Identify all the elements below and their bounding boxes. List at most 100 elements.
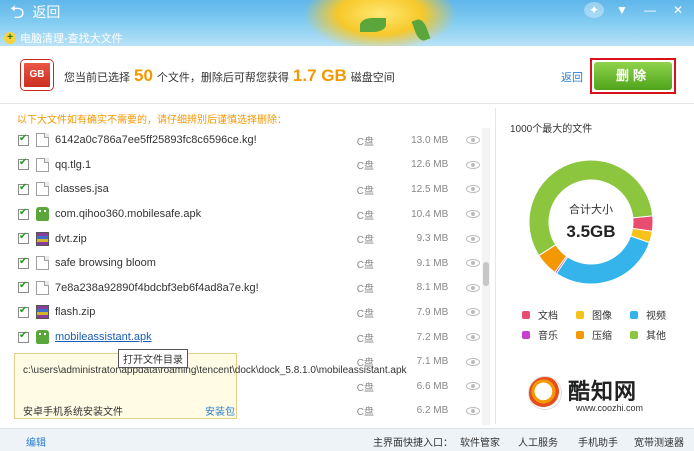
file-checkbox[interactable] <box>18 157 29 171</box>
android-apk-icon <box>36 330 49 345</box>
preview-eye-icon[interactable] <box>466 234 480 243</box>
preview-eye-icon[interactable] <box>466 382 480 391</box>
legend-label: 音乐 <box>538 331 558 342</box>
stats-title: 1000个最大的文件 <box>510 124 593 135</box>
file-name: 7e8a238a92890f4bdcbf3eb6f4ad8a7e.kg! <box>55 281 259 294</box>
back-button[interactable]: ⮌ 返回 <box>10 2 60 22</box>
file-icon <box>36 157 49 172</box>
legend-item: 视频 <box>630 307 666 322</box>
preview-eye-icon[interactable] <box>466 259 480 268</box>
zip-archive-icon <box>36 231 49 246</box>
preview-eye-icon[interactable] <box>466 308 480 317</box>
legend-swatch <box>522 330 530 339</box>
file-description: 安卓手机系统安装文件 <box>23 407 123 418</box>
file-checkbox[interactable] <box>18 330 29 343</box>
preview-eye-icon[interactable] <box>466 283 480 292</box>
legend-swatch <box>630 310 638 319</box>
file-size: 6.2 MB <box>416 405 449 417</box>
donut-center-label: 合计大小 <box>569 202 613 216</box>
file-size: 9.3 MB <box>416 233 449 245</box>
file-checkbox[interactable] <box>18 182 29 195</box>
preview-eye-icon[interactable] <box>466 357 480 366</box>
file-row[interactable]: qq.tlg.1 C盘 12.6 MB <box>10 153 480 178</box>
summary-middle: 个文件，删除后可帮您获得 <box>156 72 289 84</box>
file-name: com.qihoo360.mobilesafe.apk <box>55 208 202 221</box>
file-checkbox[interactable] <box>18 231 29 245</box>
quick-entry-link[interactable]: 软件管家 <box>460 434 518 449</box>
file-drive: C盘 <box>356 259 375 271</box>
legend-item: 音乐 <box>522 327 558 342</box>
open-folder-tooltip: 打开文件目录 <box>118 349 188 368</box>
watermark: 酷知网 www.coozhi.com <box>520 370 694 420</box>
quick-entry-link[interactable]: 宽带测速器 <box>634 434 694 449</box>
file-drive: C盘 <box>356 136 375 148</box>
file-row[interactable]: com.qihoo360.mobilesafe.apk C盘 10.4 MB <box>10 202 480 227</box>
file-checkbox[interactable] <box>18 256 29 269</box>
file-row[interactable]: 6142a0c786a7ee5ff25893fc8c6596ce.kg! C盘 13… <box>10 128 480 153</box>
file-size: 8.1 MB <box>416 282 449 294</box>
file-row[interactable]: 7e8a238a92890f4bdcbf3eb6f4ad8a7e.kg! C盘 8.… <box>10 276 480 301</box>
preview-eye-icon[interactable] <box>466 210 480 219</box>
legend-item: 其他 <box>630 327 666 342</box>
file-category-link[interactable]: 安装包 <box>205 403 235 418</box>
scrollbar-thumb[interactable] <box>483 262 489 286</box>
title-bar: ⮌ 返回 ✦ ▼ — ✕ + 电脑清理-查找大文件 <box>0 0 694 46</box>
file-icon <box>36 256 49 271</box>
file-size: 13.0 MB <box>411 134 449 146</box>
quick-entry-link[interactable]: 人工服务 <box>518 434 578 449</box>
legend-swatch <box>576 310 584 319</box>
window-controls: ✦ ▼ — ✕ <box>584 2 688 18</box>
file-drive: C盘 <box>356 210 375 222</box>
file-row[interactable]: safe browsing bloom C盘 9.1 MB <box>10 251 480 276</box>
file-drive: C盘 <box>356 284 375 296</box>
disk-gb-icon: GB <box>21 60 53 90</box>
file-checkbox[interactable] <box>18 207 29 220</box>
file-name: safe browsing bloom <box>55 257 156 270</box>
preview-eye-icon[interactable] <box>466 185 480 194</box>
file-size: 12.6 MB <box>411 159 449 171</box>
delete-button[interactable]: 删除 <box>590 58 676 94</box>
file-row[interactable]: mobileassistant.apkC盘 7.2 MB <box>10 325 480 350</box>
file-name: flash.zip <box>55 306 96 319</box>
file-row[interactable]: flash.zip C盘 7.9 MB <box>10 300 480 325</box>
selection-summary: 您当前已选择 50 个文件，删除后可帮您获得 1.7 GB 磁盘空间 <box>64 66 395 86</box>
size-donut-chart: 合计大小 3.5GB <box>528 159 654 285</box>
file-name[interactable]: mobileassistant.apk <box>55 331 357 343</box>
file-drive: C盘 <box>356 407 375 419</box>
file-checkbox[interactable] <box>18 133 29 146</box>
preview-eye-icon[interactable] <box>466 136 480 145</box>
preview-eye-icon[interactable] <box>466 333 480 342</box>
file-checkbox[interactable] <box>18 280 29 294</box>
close-icon[interactable]: ✕ <box>668 2 688 18</box>
menu-icon[interactable]: ▼ <box>612 2 632 18</box>
minimize-icon[interactable]: — <box>640 2 660 18</box>
file-drive: C盘 <box>356 235 375 247</box>
legend-item: 图像 <box>576 307 612 322</box>
legend-swatch <box>576 330 584 339</box>
file-row[interactable]: classes.jsa C盘 12.5 MB <box>10 177 480 202</box>
preview-eye-icon[interactable] <box>466 406 480 415</box>
list-scrollbar[interactable] <box>482 128 490 425</box>
return-link[interactable]: 返回 <box>561 69 583 85</box>
delete-label: 删除 <box>594 62 672 90</box>
summary-bar: GB 您当前已选择 50 个文件，删除后可帮您获得 1.7 GB 磁盘空间 返回… <box>0 46 694 104</box>
banner-leaf <box>360 18 386 32</box>
legend-label: 文档 <box>538 311 558 322</box>
edit-link[interactable]: 编辑 <box>26 434 46 449</box>
bottom-bar: 编辑 主界面快捷入口： 软件管家 人工服务 手机助手 宽带测速器 <box>0 428 694 451</box>
donut-center-value: 3.5GB <box>566 222 615 241</box>
app-logo-icon: + <box>4 32 16 44</box>
file-name: classes.jsa <box>55 183 109 196</box>
file-row[interactable]: dvt.zip C盘 9.3 MB <box>10 226 480 251</box>
preview-eye-icon[interactable] <box>466 160 480 169</box>
watermark-url: www.coozhi.com <box>576 403 644 413</box>
skin-icon[interactable]: ✦ <box>584 2 604 18</box>
summary-suffix: 磁盘空间 <box>350 72 395 84</box>
file-checkbox[interactable] <box>18 305 29 318</box>
breadcrumb-text: 电脑清理-查找大文件 <box>20 33 123 45</box>
file-size: 12.5 MB <box>411 183 449 195</box>
legend-swatch <box>630 330 638 339</box>
file-drive: C盘 <box>356 382 375 394</box>
file-size: 7.2 MB <box>416 331 449 343</box>
quick-entry-link[interactable]: 手机助手 <box>578 434 634 449</box>
